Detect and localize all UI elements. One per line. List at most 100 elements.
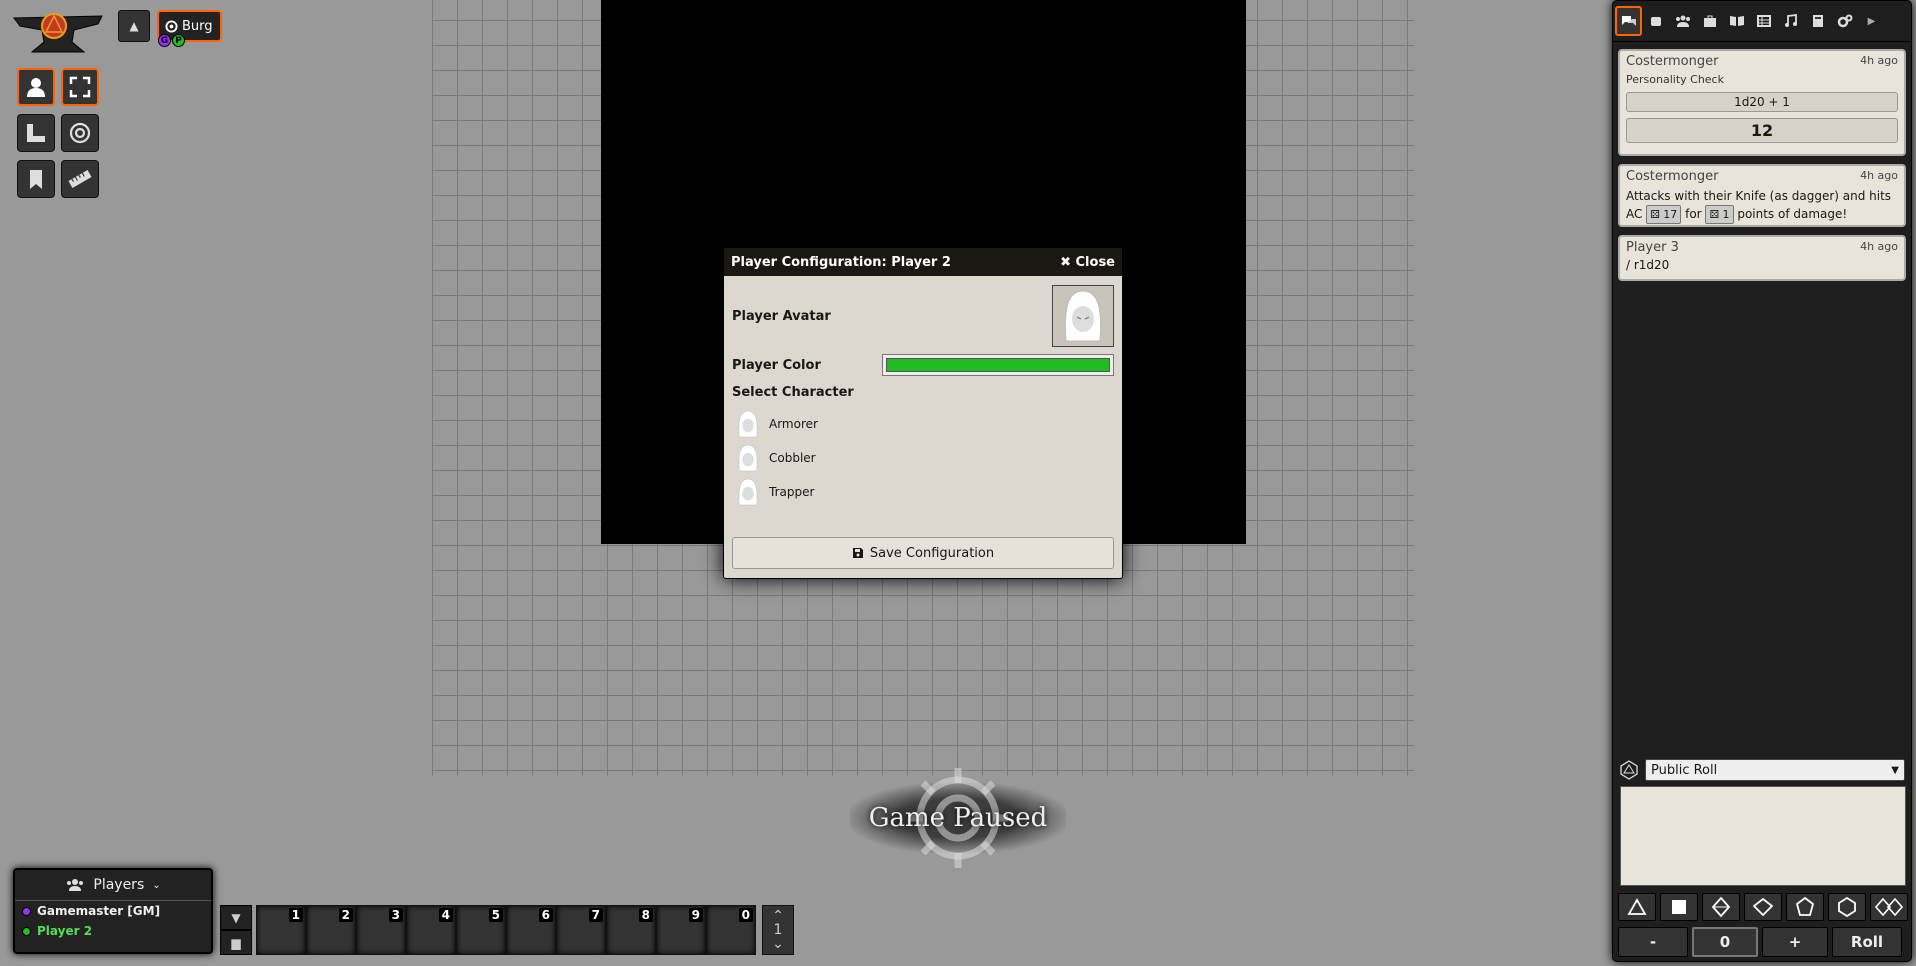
- roll-mode-select[interactable]: Public Roll ▼: [1645, 759, 1905, 781]
- slot-number: 6: [538, 908, 553, 922]
- inline-roll-damage[interactable]: ⚄ 1: [1705, 205, 1734, 224]
- chat-message: Costermonger 4h ago Attacks with their Kn…: [1618, 164, 1906, 227]
- caret-down-icon[interactable]: ⌄: [772, 937, 784, 951]
- user-badge-player: P: [172, 34, 185, 47]
- d6-button[interactable]: [1660, 893, 1698, 921]
- dialog-header[interactable]: Player Configuration: Player 2 ✖ Close: [724, 248, 1122, 276]
- macro-slot[interactable]: 9: [656, 905, 706, 955]
- macro-slot[interactable]: 5: [456, 905, 506, 955]
- d4-icon: [1627, 898, 1647, 915]
- player-color-dot: [22, 926, 31, 936]
- template-controls-button[interactable]: [61, 114, 99, 152]
- player-item[interactable]: Gamemaster [GM]: [15, 901, 211, 921]
- slot-number: 9: [688, 908, 703, 922]
- scene-nav-toggle[interactable]: ▲: [118, 10, 150, 42]
- cogs-icon: [1837, 14, 1852, 28]
- chat-message: Costermonger 4h ago Personality Check 1d2…: [1618, 49, 1906, 156]
- macro-slot[interactable]: 0: [706, 905, 756, 955]
- tab-settings[interactable]: [1831, 6, 1858, 36]
- message-text: points of damage!: [1737, 207, 1848, 221]
- tab-combat[interactable]: [1642, 6, 1669, 36]
- d12-button[interactable]: [1786, 893, 1824, 921]
- d4-button[interactable]: [1618, 893, 1656, 921]
- tab-compendium[interactable]: [1804, 6, 1831, 36]
- tab-journal[interactable]: [1723, 6, 1750, 36]
- expand-icon: [69, 76, 91, 98]
- tab-collapse[interactable]: ▶: [1858, 6, 1885, 36]
- d10-icon: [1753, 898, 1773, 916]
- character-name: Armorer: [769, 417, 818, 431]
- character-list: Armorer Cobbler Trapper: [732, 407, 1114, 509]
- notes-controls-button[interactable]: [17, 160, 55, 198]
- roll-button[interactable]: Roll: [1832, 927, 1902, 957]
- hooded-avatar-icon: [738, 444, 758, 472]
- player-name: Player 2: [37, 924, 93, 938]
- message-timestamp: 4h ago: [1860, 169, 1898, 182]
- ruler-button[interactable]: [61, 160, 99, 198]
- player-config-dialog: Player Configuration: Player 2 ✖ Close P…: [723, 247, 1123, 579]
- save-configuration-button[interactable]: Save Configuration: [732, 537, 1114, 569]
- user-icon: [27, 78, 45, 97]
- character-option[interactable]: Armorer: [732, 407, 1114, 441]
- message-flavor: Personality Check: [1626, 73, 1724, 86]
- chat-message: Player 3 4h ago / r1d20: [1618, 235, 1906, 281]
- message-sender: Costermonger: [1626, 169, 1719, 184]
- players-header[interactable]: Players ⌄: [15, 870, 211, 901]
- caret-down-icon: ▼: [231, 910, 241, 925]
- roll-mode-value: Public Roll: [1651, 762, 1718, 778]
- macro-slot[interactable]: 6: [506, 905, 556, 955]
- caret-up-icon[interactable]: ⌃: [772, 909, 784, 923]
- macro-slot[interactable]: 1: [256, 905, 306, 955]
- player-item[interactable]: Player 2: [15, 921, 211, 941]
- chat-message-input[interactable]: [1620, 786, 1906, 886]
- macro-slot[interactable]: 7: [556, 905, 606, 955]
- d8-button[interactable]: [1702, 893, 1740, 921]
- message-text: / r1d20: [1626, 258, 1670, 272]
- scene-user-badges: G P: [158, 34, 185, 47]
- d20-button[interactable]: [1828, 893, 1866, 921]
- slot-number: 5: [488, 908, 503, 922]
- tab-actors[interactable]: [1669, 6, 1696, 36]
- ruler-combined-icon: [27, 124, 45, 142]
- inline-roll-ac[interactable]: ⚄ 17: [1646, 205, 1682, 224]
- macro-directory-button[interactable]: ▆: [220, 930, 252, 955]
- character-option[interactable]: Trapper: [732, 475, 1114, 509]
- macro-slot[interactable]: 4: [406, 905, 456, 955]
- token-controls-button[interactable]: [17, 68, 55, 106]
- tab-playlists[interactable]: [1777, 6, 1804, 36]
- d10-button[interactable]: [1744, 893, 1782, 921]
- tab-items[interactable]: [1696, 6, 1723, 36]
- dice-formula[interactable]: 1d20 + 1: [1626, 92, 1898, 112]
- caret-up-icon: ▲: [129, 19, 139, 33]
- suitcase-icon: [1703, 15, 1716, 27]
- measure-controls-button[interactable]: [17, 114, 55, 152]
- macro-slot[interactable]: 2: [306, 905, 356, 955]
- dice-total[interactable]: 12: [1626, 118, 1898, 143]
- d100-button[interactable]: [1870, 893, 1908, 921]
- select-targets-button[interactable]: [61, 68, 99, 106]
- macro-slot[interactable]: 3: [356, 905, 406, 955]
- modifier-minus-button[interactable]: -: [1618, 927, 1688, 957]
- character-option[interactable]: Cobbler: [732, 441, 1114, 475]
- slot-number: 3: [388, 908, 403, 922]
- app-logo[interactable]: [10, 8, 106, 60]
- modifier-value[interactable]: 0: [1692, 927, 1758, 957]
- fist-icon: [1650, 17, 1661, 26]
- users-icon: [1675, 15, 1690, 27]
- hotbar-page-control[interactable]: ⌃ 1 ⌄: [762, 905, 794, 955]
- tab-tables[interactable]: [1750, 6, 1777, 36]
- macro-slot[interactable]: 8: [606, 905, 656, 955]
- avatar-picker[interactable]: [1052, 285, 1114, 347]
- save-label: Save Configuration: [869, 545, 995, 561]
- sidebar-tabs: ▶: [1613, 1, 1911, 42]
- modifier-plus-button[interactable]: +: [1762, 927, 1828, 957]
- macro-hotbar: 1 2 3 4 5 6 7 8 9 0: [256, 905, 760, 955]
- d20-icon: [1838, 897, 1856, 917]
- player-color-dot: [22, 906, 31, 916]
- tab-chat[interactable]: [1615, 6, 1642, 36]
- player-color-input[interactable]: [882, 354, 1114, 376]
- book-open-icon: [1729, 16, 1744, 26]
- hotbar-collapse-button[interactable]: ▼: [220, 905, 252, 930]
- user-badge-gm: G: [158, 34, 171, 47]
- close-button[interactable]: ✖ Close: [1060, 255, 1115, 270]
